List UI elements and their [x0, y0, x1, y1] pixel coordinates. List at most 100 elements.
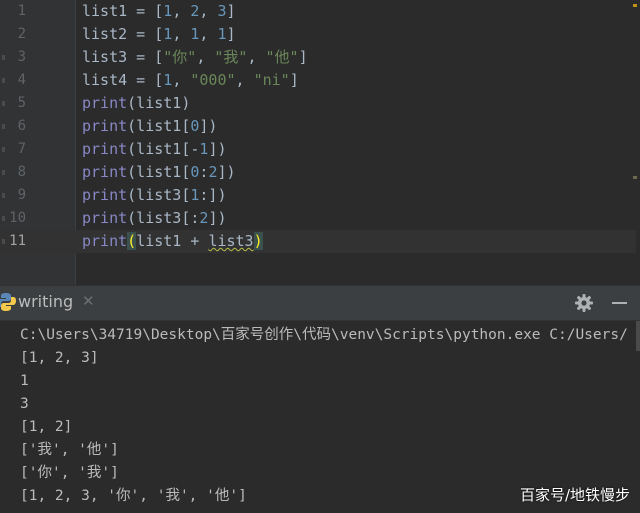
code-token: ( — [127, 232, 137, 250]
run-panel-header: writing ✕ — [0, 285, 640, 321]
code-text: print(list1) — [82, 92, 190, 115]
code-token: , — [199, 2, 218, 20]
code-line[interactable]: 10 print(list3[:2]) — [0, 207, 636, 230]
code-editor[interactable]: 1 list1 = [1, 2, 3] 2 list2 = [1, 1, 1] 3 lis… — [0, 0, 640, 285]
gutter-marker — [2, 101, 5, 106]
code-token: , — [172, 2, 191, 20]
console-output-line: ['你', '我'] — [20, 465, 119, 481]
code-text: print(list1 + list3) — [82, 230, 263, 253]
code-token: print — [82, 232, 128, 250]
code-token: (list1[ — [127, 163, 191, 181]
code-text: print(list3[:2]) — [82, 207, 227, 230]
code-token: ] — [298, 48, 308, 66]
warning-stripe-marker[interactable] — [633, 4, 637, 7]
run-tab-writing[interactable]: writing ✕ — [0, 286, 110, 320]
code-text: print(list1[0]) — [82, 115, 217, 138]
code-token: 3 — [217, 2, 227, 20]
code-token: ]) — [208, 140, 227, 158]
code-token: ] — [226, 2, 236, 20]
code-text: print(list3[1:]) — [82, 184, 227, 207]
gutter-marker — [2, 147, 5, 152]
code-line[interactable]: 9 print(list3[1:]) — [0, 184, 636, 207]
watermark: 百家号/地铁慢步 — [519, 486, 630, 504]
code-token: print — [82, 163, 128, 181]
code-token: ]) — [199, 117, 218, 135]
code-token: (list1) — [127, 94, 191, 112]
code-line[interactable]: 5 print(list1) — [0, 92, 636, 115]
code-token: "我" — [214, 48, 248, 66]
code-token: :]) — [199, 186, 227, 204]
code-token: ]) — [208, 209, 227, 227]
code-text: list2 = [1, 1, 1] — [82, 23, 236, 46]
run-tab-label: writing — [18, 292, 74, 311]
code-token: , — [172, 71, 191, 89]
code-token: print — [82, 186, 128, 204]
code-token: (list1[ — [127, 117, 191, 135]
code-line[interactable]: 1 list1 = [1, 2, 3] — [0, 0, 636, 23]
code-token: "你" — [163, 48, 197, 66]
code-token: 1 — [163, 2, 173, 20]
code-token: print — [82, 94, 128, 112]
code-token: print — [82, 117, 128, 135]
minimize-icon[interactable] — [612, 302, 627, 304]
code-token: "他" — [265, 48, 299, 66]
code-token: , — [235, 71, 254, 89]
code-token: , — [172, 25, 191, 43]
code-token: 1 — [163, 25, 173, 43]
code-token: print — [82, 209, 128, 227]
code-line[interactable]: 2 list2 = [1, 1, 1] — [0, 23, 636, 46]
code-token: ) — [253, 232, 263, 250]
code-token: print — [82, 140, 128, 158]
console-output-line: [1, 2, 3, '你', '我', '他'] — [20, 488, 247, 504]
console-output-line: [1, 2, 3] — [20, 350, 99, 366]
code-token: 1 — [163, 71, 173, 89]
gear-icon[interactable] — [574, 293, 594, 317]
console-output-line: ['我', '他'] — [20, 442, 119, 458]
info-stripe-marker[interactable] — [633, 176, 637, 179]
code-token: , — [199, 25, 218, 43]
code-line[interactable]: 4 list4 = [1, "000", "ni"] — [0, 69, 636, 92]
code-token: ] — [289, 71, 299, 89]
code-line[interactable]: 3 list3 = ["你", "我", "他"] — [0, 46, 636, 69]
console-output-line: 3 — [20, 396, 29, 412]
code-token: list1 = [ — [82, 2, 164, 20]
console-output-line: [1, 2] — [20, 419, 73, 435]
console-output-line: 1 — [20, 373, 29, 389]
console-scrollbar[interactable] — [636, 321, 640, 351]
code-text: print(list1[-1]) — [82, 138, 227, 161]
code-token: list1 + — [136, 232, 209, 250]
code-token: "000" — [190, 71, 236, 89]
console-command-line: C:\Users\34719\Desktop\百家号创作\代码\venv\Scr… — [20, 327, 628, 343]
code-text: list1 = [1, 2, 3] — [82, 0, 236, 23]
code-token: list2 = [ — [82, 25, 164, 43]
code-line[interactable]: 6 print(list1[0]) — [0, 115, 636, 138]
close-icon[interactable]: ✕ — [82, 292, 95, 310]
code-text: list4 = [1, "000", "ni"] — [82, 69, 299, 92]
code-text: list3 = ["你", "我", "他"] — [82, 46, 308, 69]
line-number: 1 — [17, 3, 26, 19]
gutter-marker — [2, 216, 5, 221]
code-token: ] — [226, 25, 236, 43]
code-token: list3 — [208, 232, 254, 250]
code-line[interactable]: 8 print(list1[0:2]) — [0, 161, 636, 184]
code-token: 1 — [217, 25, 227, 43]
code-token: ]) — [217, 163, 236, 181]
code-token: , — [247, 48, 266, 66]
code-line[interactable]: 7 print(list1[-1]) — [0, 138, 636, 161]
python-icon — [0, 292, 16, 316]
code-token: (list1[- — [127, 140, 200, 158]
code-text: print(list1[0:2]) — [82, 161, 236, 184]
code-line[interactable]: 11 print(list1 + list3) — [0, 230, 636, 253]
code-token: (list3[: — [127, 209, 200, 227]
code-token: , — [196, 48, 215, 66]
gutter-marker — [2, 239, 5, 244]
code-token: "ni" — [253, 71, 290, 89]
code-token: list4 = [ — [82, 71, 164, 89]
code-token: list3 = [ — [82, 48, 164, 66]
gutter-marker — [2, 124, 5, 129]
gutter-marker — [2, 55, 5, 60]
code-token: (list3[ — [127, 186, 191, 204]
line-number: 2 — [17, 26, 26, 42]
gutter-marker — [2, 193, 5, 198]
gutter-marker — [2, 170, 5, 175]
